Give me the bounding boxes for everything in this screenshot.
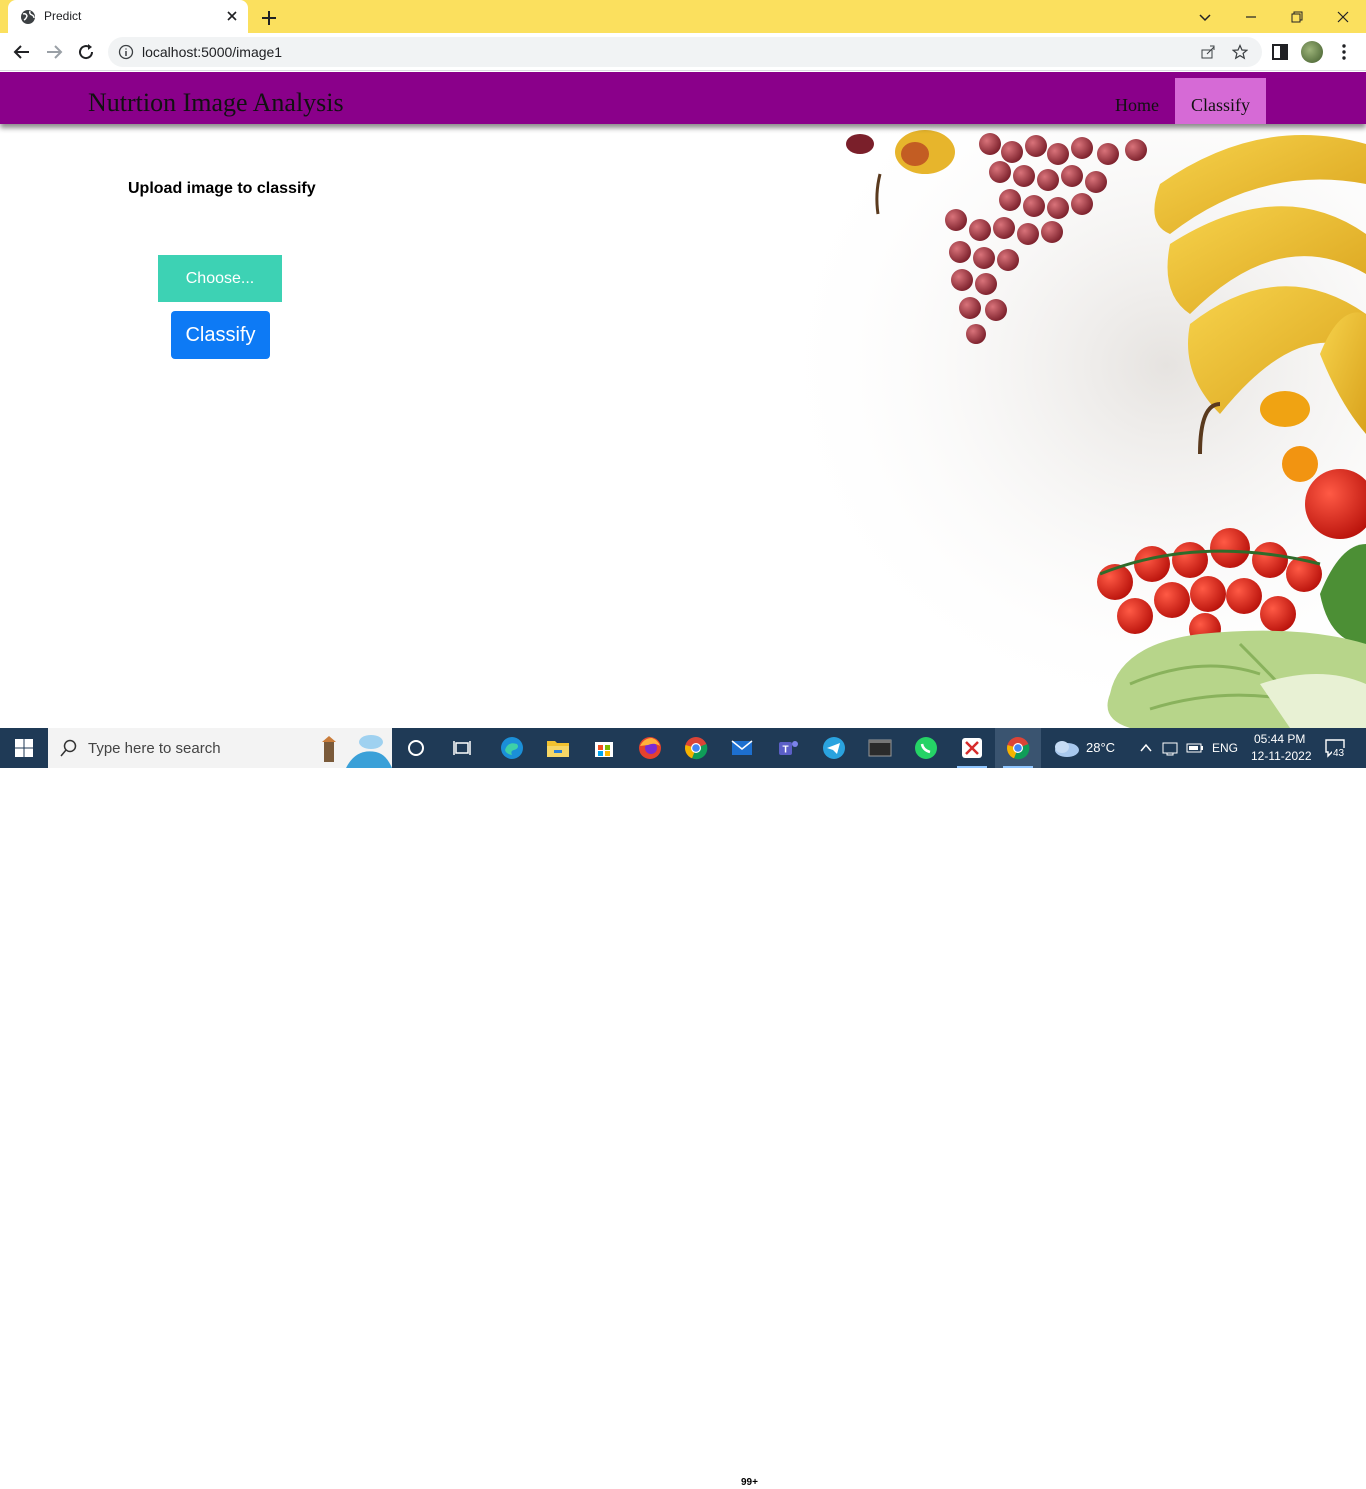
- network-icon[interactable]: [1162, 740, 1180, 756]
- edge-icon[interactable]: [489, 728, 535, 768]
- site-navbar: Nutrtion Image Analysis Home Classify: [0, 72, 1366, 124]
- search-placeholder: Type here to search: [88, 740, 221, 757]
- notification-count: 43: [1332, 748, 1346, 759]
- profile-avatar[interactable]: [1301, 41, 1323, 63]
- browser-tabstrip: Predict: [0, 0, 1366, 33]
- file-explorer-icon[interactable]: [535, 728, 581, 768]
- chrome-active-icon[interactable]: [995, 728, 1041, 768]
- new-tab-icon[interactable]: [258, 7, 280, 29]
- back-icon[interactable]: [10, 40, 34, 64]
- tab-title: Predict: [44, 9, 82, 23]
- produce-background-image: [700, 124, 1366, 728]
- restore-icon[interactable]: [1274, 0, 1320, 33]
- globe-icon: [21, 10, 35, 24]
- address-bar[interactable]: localhost:5000/image1: [108, 37, 1262, 67]
- forward-icon[interactable]: [42, 40, 66, 64]
- chrome-icon[interactable]: [673, 728, 719, 768]
- telegram-icon[interactable]: [811, 728, 857, 768]
- mail-unread-badge: 99+: [738, 1476, 761, 1489]
- nav-home[interactable]: Home: [1099, 78, 1175, 124]
- svg-text:T: T: [782, 745, 788, 756]
- ms-store-icon[interactable]: [581, 728, 627, 768]
- terminal-icon[interactable]: [857, 728, 903, 768]
- upload-heading: Upload image to classify: [128, 180, 316, 197]
- teams-icon[interactable]: T: [765, 728, 811, 768]
- search-highlight-illustration-icon: [322, 735, 392, 768]
- choose-file-button[interactable]: Choose...: [158, 255, 282, 302]
- tray-chevron-up-icon[interactable]: [1140, 742, 1152, 754]
- close-tab-icon[interactable]: [224, 8, 240, 24]
- share-icon[interactable]: [1200, 44, 1216, 60]
- url-text: localhost:5000/image1: [142, 44, 283, 60]
- minimize-icon[interactable]: [1228, 0, 1274, 33]
- weather-temp[interactable]: 28°C: [1086, 740, 1115, 755]
- browser-toolbar: localhost:5000/image1: [0, 33, 1366, 71]
- search-icon: [60, 739, 77, 757]
- weather-cloud-icon[interactable]: [1052, 738, 1080, 758]
- reload-icon[interactable]: [74, 40, 98, 64]
- classify-button[interactable]: Classify: [171, 311, 270, 359]
- close-window-icon[interactable]: [1320, 0, 1366, 33]
- nav-classify[interactable]: Classify: [1175, 78, 1266, 124]
- menu-kebab-icon[interactable]: [1334, 42, 1354, 62]
- web-page: Nutrtion Image Analysis Home Classify Up…: [0, 72, 1366, 728]
- browser-tab[interactable]: Predict: [8, 0, 248, 33]
- side-panel-icon[interactable]: [1270, 42, 1290, 62]
- tab-search-chevron-icon[interactable]: [1182, 0, 1228, 33]
- task-view-icon[interactable]: [440, 728, 486, 768]
- site-info-icon[interactable]: [118, 44, 134, 60]
- battery-icon[interactable]: [1186, 740, 1204, 756]
- language-indicator[interactable]: ENG: [1212, 741, 1238, 755]
- site-brand[interactable]: Nutrtion Image Analysis: [88, 88, 344, 118]
- clock-time[interactable]: 05:44 PM: [1254, 732, 1305, 746]
- snipping-tool-icon[interactable]: [949, 728, 995, 768]
- firefox-icon[interactable]: [627, 728, 673, 768]
- mail-icon[interactable]: [719, 728, 765, 768]
- windows-taskbar: Type here to search 99+ T 28°C ENG 05:44…: [0, 728, 1366, 1489]
- windows-start-icon[interactable]: [0, 728, 48, 768]
- clock-date[interactable]: 12-11-2022: [1251, 749, 1312, 763]
- taskbar-search-box[interactable]: Type here to search: [48, 728, 392, 768]
- whatsapp-icon[interactable]: [903, 728, 949, 768]
- cortana-icon[interactable]: [393, 728, 439, 768]
- bookmark-star-icon[interactable]: [1232, 44, 1248, 60]
